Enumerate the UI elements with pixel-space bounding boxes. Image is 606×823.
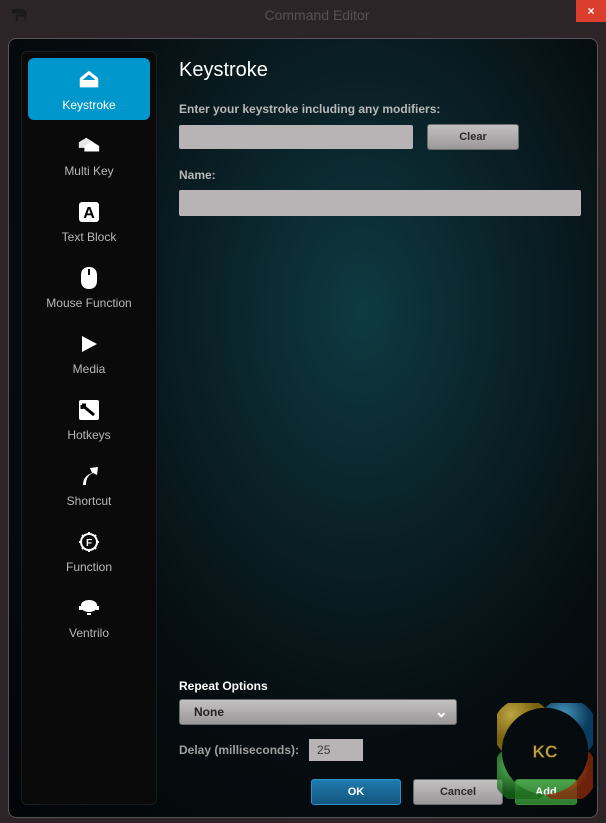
content-panel: Keystroke Enter your keystroke including… <box>157 51 585 805</box>
media-icon <box>77 332 101 356</box>
sidebar-item-ventrilo[interactable]: Ventrilo <box>28 586 150 648</box>
function-icon: F <box>77 530 101 554</box>
close-button[interactable]: × <box>576 0 606 22</box>
sidebar-item-media[interactable]: Media <box>28 322 150 384</box>
multikey-icon <box>77 134 101 158</box>
ok-button[interactable]: OK <box>311 779 401 805</box>
sidebar-item-multikey[interactable]: Multi Key <box>28 124 150 186</box>
svg-text:F: F <box>86 538 92 549</box>
main-panel: Keystroke Multi Key A Text Block Mouse F… <box>8 38 598 818</box>
shortcut-icon <box>77 464 101 488</box>
sidebar-item-keystroke[interactable]: Keystroke <box>28 58 150 120</box>
window-title: Command Editor <box>28 7 606 23</box>
sidebar-item-label: Text Block <box>62 230 117 244</box>
sidebar-item-label: Mouse Function <box>46 296 131 310</box>
name-label: Name: <box>179 168 581 182</box>
cancel-button[interactable]: Cancel <box>413 779 503 805</box>
repeat-dropdown[interactable]: None ⌄ <box>179 699 457 725</box>
sidebar-item-label: Keystroke <box>62 98 115 112</box>
keystroke-input[interactable] <box>179 125 413 149</box>
hotkeys-icon <box>77 398 101 422</box>
chevron-down-icon: ⌄ <box>435 702 448 722</box>
name-input[interactable] <box>179 190 581 216</box>
repeat-selected: None <box>194 705 435 719</box>
keystroke-icon <box>77 68 101 92</box>
page-heading: Keystroke <box>179 59 581 82</box>
sidebar-item-function[interactable]: F Function <box>28 520 150 582</box>
sidebar-item-label: Multi Key <box>64 164 113 178</box>
close-icon: × <box>587 4 594 18</box>
mouse-icon <box>77 266 101 290</box>
clear-button[interactable]: Clear <box>427 124 519 150</box>
sidebar-item-label: Shortcut <box>67 494 112 508</box>
delay-input[interactable] <box>309 739 363 761</box>
delay-label: Delay (milliseconds): <box>179 743 299 757</box>
ventrilo-icon <box>77 596 101 620</box>
svg-text:A: A <box>83 205 95 222</box>
sidebar: Keystroke Multi Key A Text Block Mouse F… <box>21 51 157 805</box>
sidebar-item-textblock[interactable]: A Text Block <box>28 190 150 252</box>
textblock-icon: A <box>77 200 101 224</box>
repeat-options-title: Repeat Options <box>179 679 581 693</box>
sidebar-item-label: Function <box>66 560 112 574</box>
keystroke-label: Enter your keystroke including any modif… <box>179 102 581 116</box>
sidebar-item-shortcut[interactable]: Shortcut <box>28 454 150 516</box>
app-logo <box>8 5 28 25</box>
titlebar: Command Editor × <box>0 0 606 30</box>
sidebar-item-label: Hotkeys <box>67 428 110 442</box>
sidebar-item-label: Ventrilo <box>69 626 109 640</box>
sidebar-item-label: Media <box>73 362 106 376</box>
sidebar-item-mousefunction[interactable]: Mouse Function <box>28 256 150 318</box>
sidebar-item-hotkeys[interactable]: Hotkeys <box>28 388 150 450</box>
add-button[interactable]: Add <box>515 779 577 805</box>
